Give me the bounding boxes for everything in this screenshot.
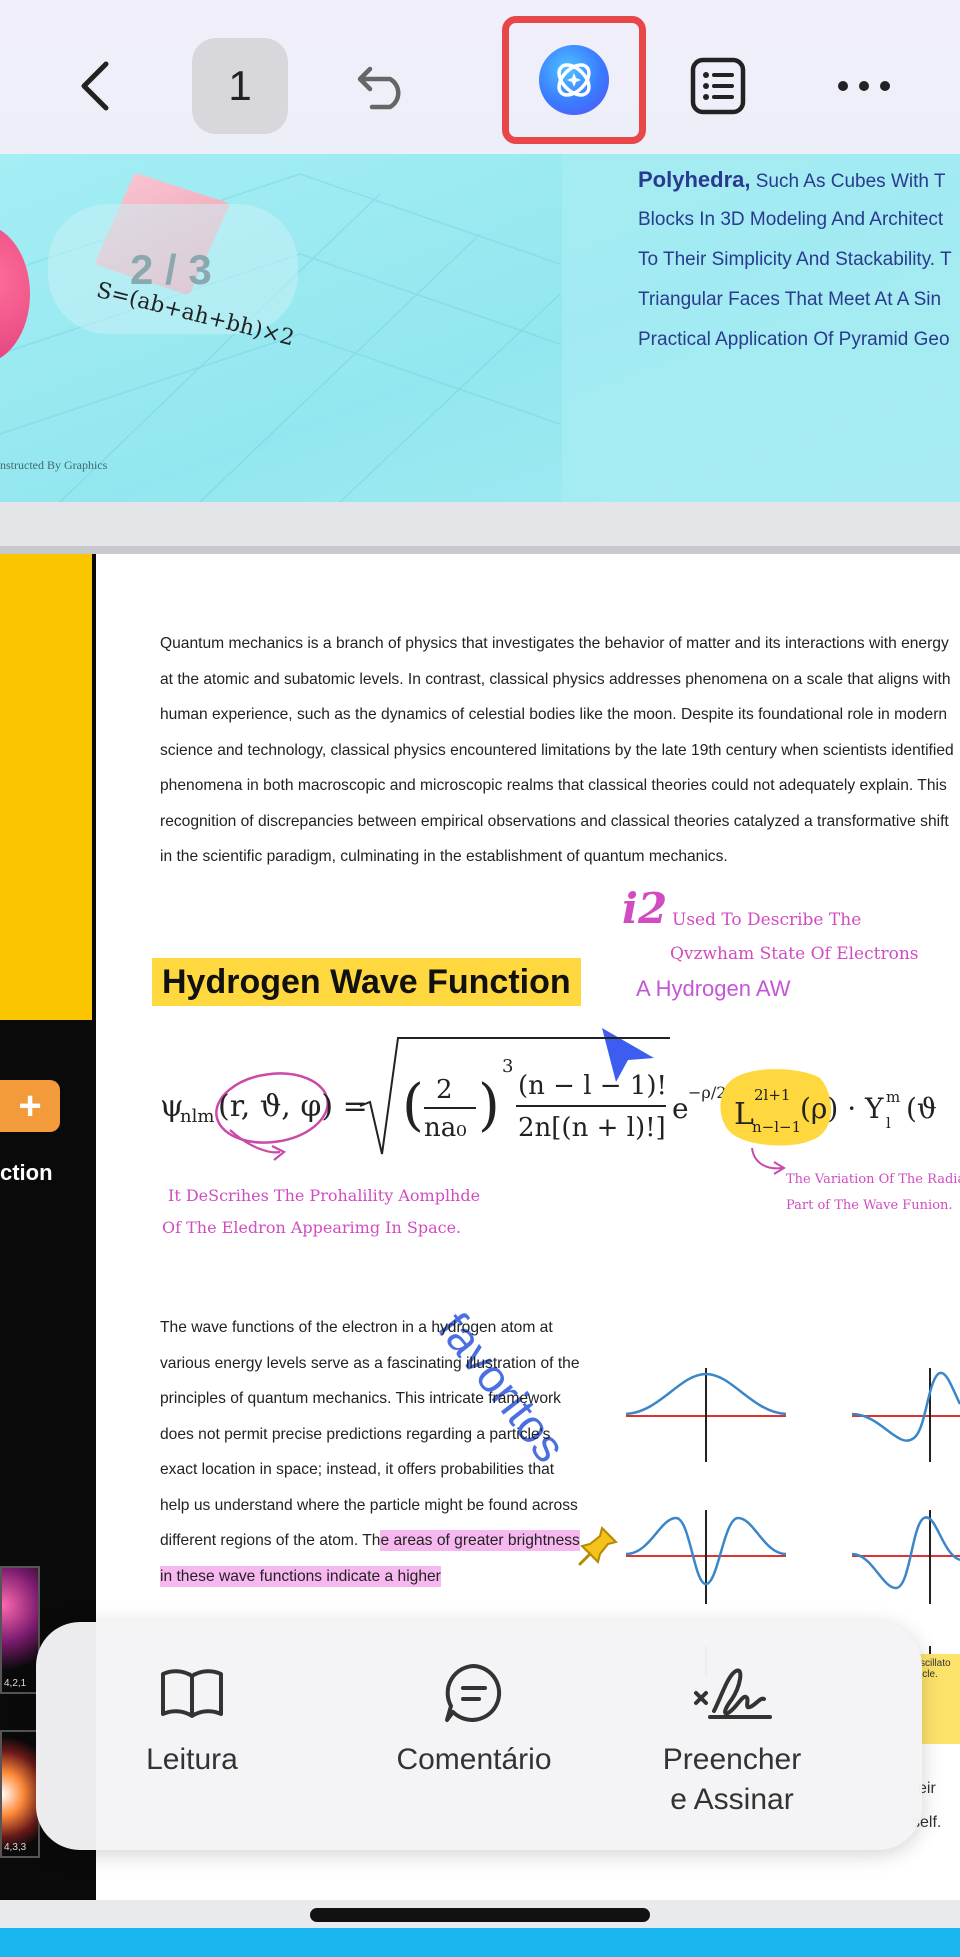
reading-mode-label: Leitura xyxy=(146,1743,238,1776)
signature-icon xyxy=(602,1660,862,1726)
chevron-left-icon xyxy=(81,61,109,111)
handwritten-annotation: Used To Describe The xyxy=(672,910,862,930)
highlighted-heading: Hydrogen Wave Function xyxy=(152,958,581,1006)
text-line: Blocks In 3D Modeling And Architect xyxy=(638,209,944,230)
svg-text:m: m xyxy=(886,1088,900,1106)
sticky-note[interactable]: scillato icle. xyxy=(918,1654,960,1744)
svg-text:(r, ϑ, φ) =: (r, ϑ, φ) = xyxy=(218,1089,368,1124)
book-icon xyxy=(92,1660,292,1726)
svg-text:nlm: nlm xyxy=(180,1106,214,1127)
svg-text:(ϑ: (ϑ xyxy=(906,1092,937,1125)
side-panel-yellow xyxy=(0,554,96,1020)
pin-icon[interactable] xyxy=(576,1524,620,1578)
fill-sign-label-line1: Preencher xyxy=(662,1743,802,1776)
text-line: Triangular Faces That Meet At A Sin xyxy=(638,289,942,310)
wave-function-equation: ψ nlm (r, ϑ, φ) = ( 2 na₀ ) 3 (n − l − 1… xyxy=(160,1036,960,1176)
svg-text:(ρ) · Y: (ρ) · Y xyxy=(800,1092,884,1125)
text-line: Practical Application Of Pyramid Geo xyxy=(638,329,950,350)
handwritten-annotation: It DeScrihes The Prohalility Aomplhde xyxy=(168,1186,481,1205)
add-button[interactable]: + xyxy=(0,1080,60,1132)
ai-assistant-button[interactable] xyxy=(502,16,646,144)
orbital-thumbnail: 4,3,3 xyxy=(0,1730,40,1858)
comment-mode-label: Comentário xyxy=(396,1743,552,1776)
svg-text:): ) xyxy=(478,1073,500,1138)
thumbnail-label: 4,3,3 xyxy=(4,1842,27,1853)
text-line: To Their Simplicity And Stackability. T xyxy=(638,249,952,270)
svg-text:(n − l − 1)!: (n − l − 1)! xyxy=(518,1071,667,1101)
polyhedra-text: Polyhedra, Such As Cubes With T Blocks I… xyxy=(638,160,960,360)
handwritten-annotation: Of The Eledron Appearimg In Space. xyxy=(162,1218,462,1237)
page-gap xyxy=(0,502,960,548)
list-icon xyxy=(690,57,746,115)
home-indicator[interactable] xyxy=(310,1908,650,1922)
handwritten-annotation: A Hydrogen AW xyxy=(636,976,791,1001)
orbital-thumbnail: 4,2,1 xyxy=(0,1566,40,1694)
svg-text:na₀: na₀ xyxy=(424,1113,467,1143)
reading-mode-button[interactable]: Leitura xyxy=(92,1660,292,1780)
handwritten-annotation: The Variation Of The Radia xyxy=(786,1172,960,1187)
undo-button[interactable] xyxy=(336,38,432,134)
fill-sign-label-line2: e Assinar xyxy=(670,1783,794,1816)
side-section-label: ction xyxy=(0,1160,53,1185)
svg-text:−ρ/2: −ρ/2 xyxy=(688,1083,726,1102)
body-paragraph: The wave functions of the electron in a … xyxy=(160,1310,580,1594)
svg-text:2: 2 xyxy=(436,1075,453,1105)
page-separator xyxy=(0,546,960,554)
plus-icon: + xyxy=(18,1084,42,1128)
svg-text:(: ( xyxy=(402,1073,424,1138)
paragraph-text: The wave functions of the electron in a … xyxy=(160,1319,580,1549)
next-page-edge xyxy=(0,1928,960,1957)
text-bold: Polyhedra, xyxy=(638,167,751,192)
text-line: Polyhedra, Such As Cubes With T xyxy=(638,160,960,200)
text-span: Such As Cubes With T xyxy=(750,171,946,192)
handwritten-annotation: Part of The Wave Funion. xyxy=(786,1198,953,1213)
thumbnail-label: 4,2,1 xyxy=(4,1678,27,1689)
more-horizontal-icon xyxy=(838,81,890,91)
mode-bar: Leitura Comentário Preencher e Assinar xyxy=(36,1622,922,1850)
top-toolbar: 1 xyxy=(0,0,960,154)
more-button[interactable] xyxy=(816,38,912,134)
page-number-button[interactable]: 1 xyxy=(192,38,288,134)
back-button[interactable] xyxy=(48,38,144,134)
svg-text:2l+1: 2l+1 xyxy=(754,1086,790,1104)
svg-text:n−l−1: n−l−1 xyxy=(752,1118,801,1136)
comment-mode-button[interactable]: Comentário xyxy=(354,1660,594,1780)
svg-text:3: 3 xyxy=(502,1056,513,1077)
document-page-2: 2 / 3 S=(ab+ah+bh)×2 nstructed By Graphi… xyxy=(0,154,960,502)
comment-icon xyxy=(354,1660,594,1726)
page-counter-text: 2 / 3 xyxy=(130,246,212,293)
svg-text:e: e xyxy=(672,1092,689,1125)
body-paragraph: Quantum mechanics is a branch of physics… xyxy=(160,635,954,865)
caption-text: nstructed By Graphics xyxy=(0,458,108,472)
handwritten-annotation: i2 xyxy=(622,884,668,933)
handwritten-annotation: Qvzwham State Of Electrons xyxy=(670,944,919,964)
svg-text:l: l xyxy=(886,1114,891,1132)
ai-assistant-icon xyxy=(539,45,609,115)
undo-icon xyxy=(357,66,401,110)
outline-button[interactable] xyxy=(670,38,766,134)
svg-text:L: L xyxy=(734,1097,754,1132)
fill-sign-mode-button[interactable]: Preencher e Assinar xyxy=(602,1660,862,1820)
svg-text:2n[(n + l)!]: 2n[(n + l)!] xyxy=(518,1113,666,1143)
